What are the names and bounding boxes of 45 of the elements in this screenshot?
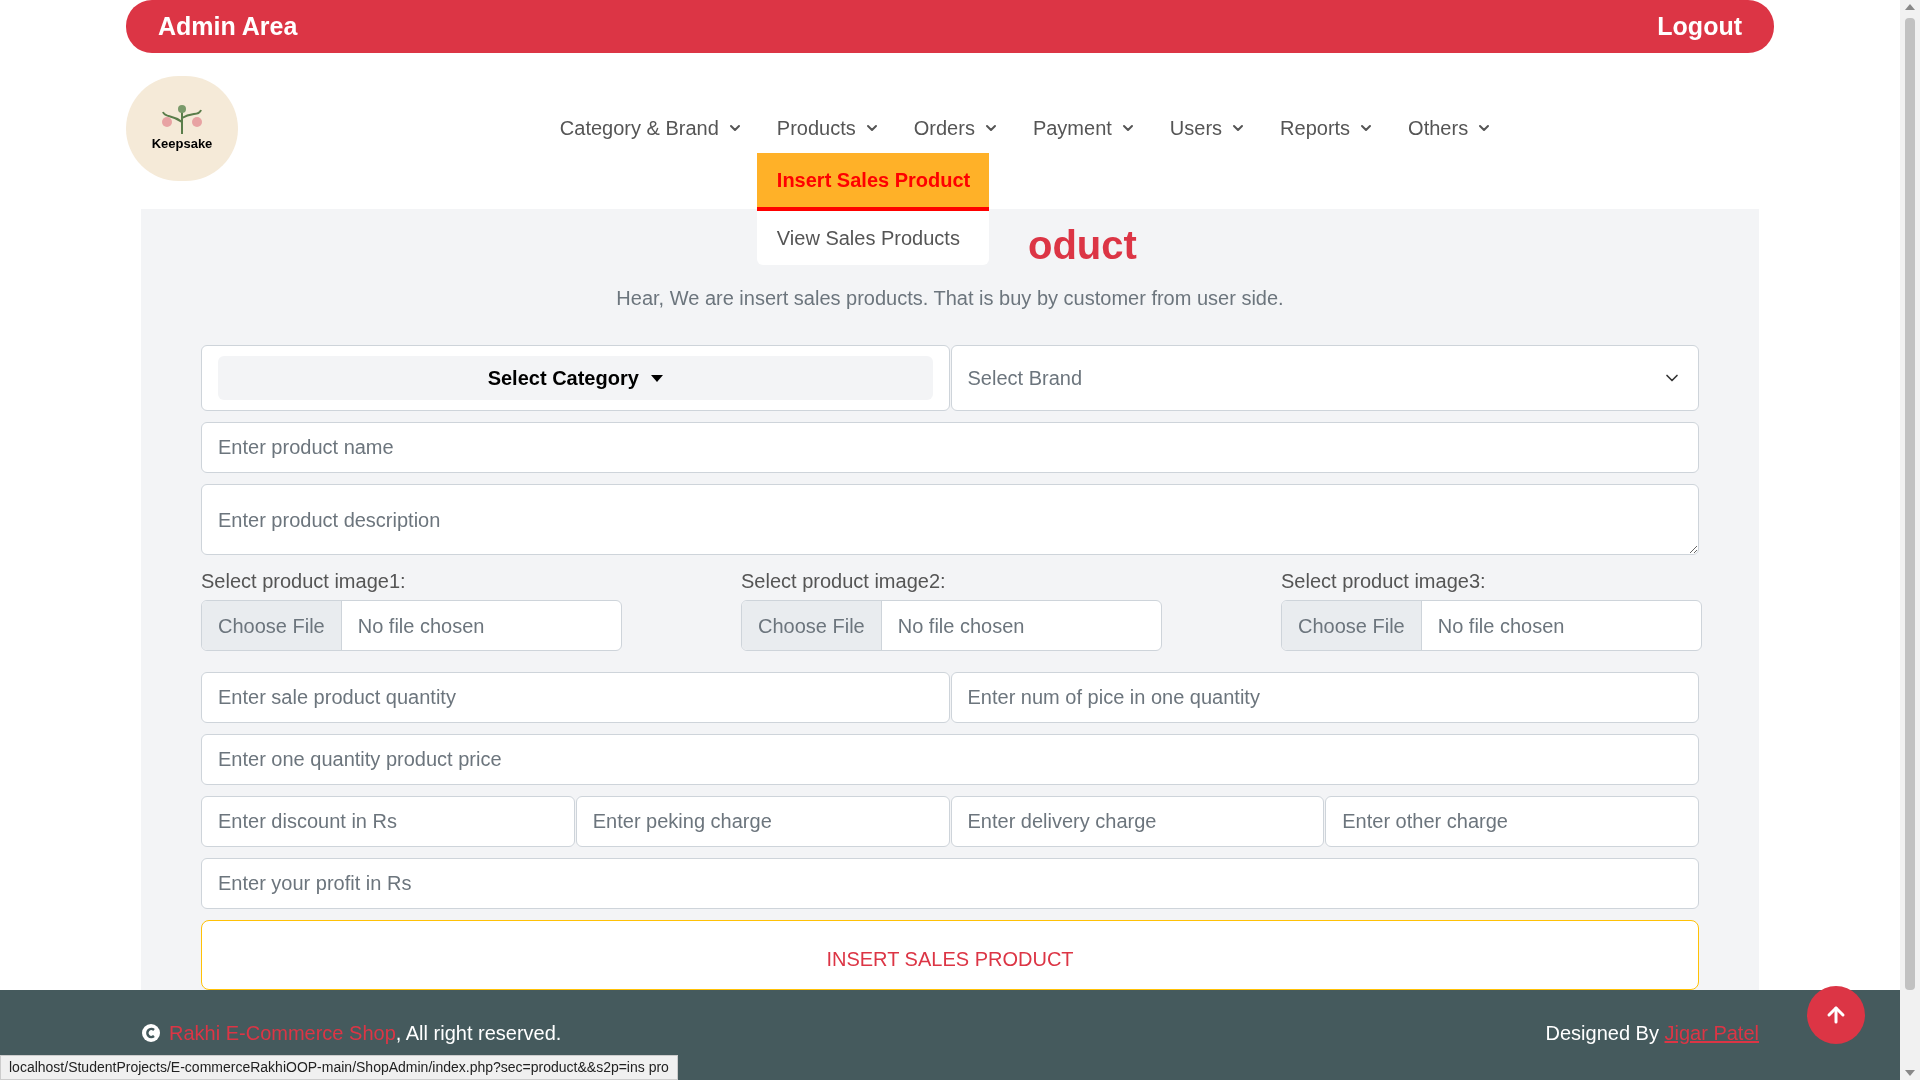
caret-icon <box>650 374 663 382</box>
nav-item[interactable]: Payment <box>1032 116 1136 140</box>
designer-credit: Designed By Jigar Patel <box>1545 1021 1759 1046</box>
file-field[interactable]: Choose File No file chosen <box>201 600 622 651</box>
text-field[interactable]: Enter one quantity product price <box>201 734 1699 785</box>
select-category-button[interactable]: Select Category <box>218 356 933 400</box>
logout-button[interactable]: Logout <box>1657 7 1742 46</box>
image-label: Select product image3: <box>1281 569 1487 594</box>
copyright-text: Rakhi E-Commerce Shop, All right reserved. <box>169 1021 562 1046</box>
menu-item[interactable]: View Sales Products <box>756 211 989 265</box>
scroll-down-icon[interactable] <box>1905 1070 1915 1076</box>
brand-select[interactable]: Select Brand <box>950 345 1699 411</box>
text-field[interactable]: Enter sale product quantity <box>201 672 950 723</box>
text-field[interactable]: Enter num of pice in one quantity <box>950 672 1699 723</box>
description-field[interactable]: Enter product description <box>201 484 1699 555</box>
choose-file-button[interactable]: Choose File <box>202 601 342 650</box>
nav-item[interactable]: Products <box>776 116 880 140</box>
insert-button[interactable]: INSERT SALES PRODUCT <box>201 920 1699 990</box>
copyright-icon <box>141 1023 161 1043</box>
page-subtitle: Hear, We are insert sales products. That is buy by customer from user side. <box>615 286 1285 311</box>
text-field[interactable]: Enter delivery charge <box>950 796 1325 847</box>
nav-item[interactable]: Reports <box>1280 116 1375 140</box>
file-status: No file chosen <box>896 613 1026 639</box>
nav-item[interactable]: Category & Brand <box>559 116 743 140</box>
choose-file-button[interactable]: Choose File <box>742 601 882 650</box>
image-label: Select product image1: <box>201 569 407 594</box>
choose-file-button[interactable]: Choose File <box>1282 601 1422 650</box>
text-field[interactable]: Enter your profit in Rs <box>201 858 1699 909</box>
nav-item[interactable]: Orders <box>913 116 999 140</box>
page-heading: oduct <box>1028 225 1137 265</box>
file-field[interactable]: Choose File No file chosen <box>741 600 1162 651</box>
scroll-up-icon[interactable] <box>1905 4 1915 10</box>
text-field[interactable]: Enter product name <box>201 422 1699 473</box>
text-field[interactable]: Enter peking charge <box>575 796 950 847</box>
logo-text: Keepsake <box>151 134 213 153</box>
nav-item[interactable]: Users <box>1169 116 1247 140</box>
text-field[interactable]: Enter discount in Rs <box>201 796 575 847</box>
status-url: localhost/StudentProjects/E-commerceRakhiOOP-main/ShopAdmin/index.php?sec=product&&s2p=ins pro <box>9 1058 669 1077</box>
image-label: Select product image2: <box>741 569 947 594</box>
file-status: No file chosen <box>1436 613 1566 639</box>
file-status: No file chosen <box>356 613 486 639</box>
file-field[interactable]: Choose File No file chosen <box>1281 600 1702 651</box>
header-title: Admin Area <box>158 10 298 42</box>
nav-item[interactable]: Others <box>1408 116 1493 140</box>
text-field[interactable]: Enter other charge <box>1325 796 1699 847</box>
